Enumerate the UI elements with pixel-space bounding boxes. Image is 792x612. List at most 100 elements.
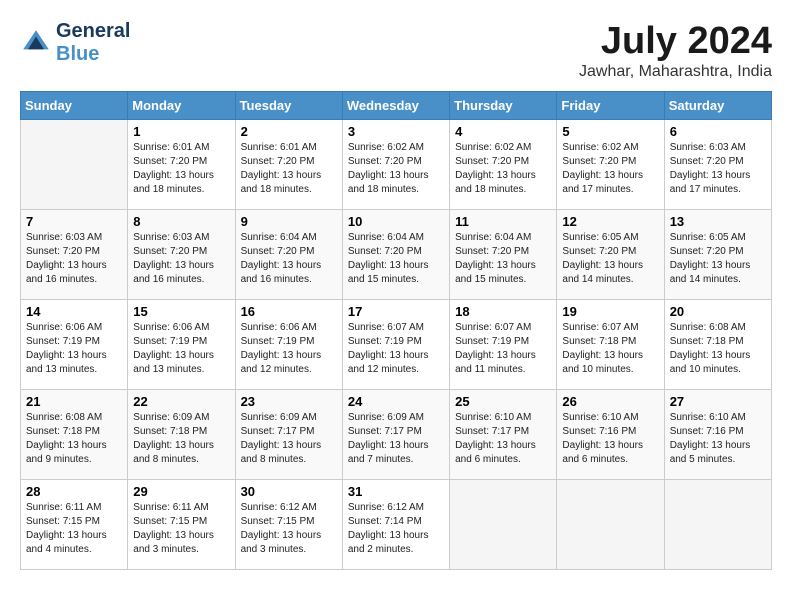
calendar-week-1: 1 Sunrise: 6:01 AM Sunset: 7:20 PM Daylig… [21, 120, 772, 210]
day-info: Sunrise: 6:12 AM Sunset: 7:15 PM Dayligh… [241, 501, 337, 557]
day-info: Sunrise: 6:07 AM Sunset: 7:19 PM Dayligh… [455, 321, 551, 377]
month-year: July 2024 [579, 20, 772, 63]
day-number: 23 [241, 394, 337, 409]
weekday-tuesday: Tuesday [235, 92, 342, 120]
calendar-cell: 21Sunrise: 6:08 AM Sunset: 7:18 PM Dayli… [21, 390, 128, 480]
day-info: Sunrise: 6:01 AM Sunset: 7:20 PM Dayligh… [241, 141, 337, 197]
calendar-cell: 25Sunrise: 6:10 AM Sunset: 7:17 PM Dayli… [450, 390, 557, 480]
day-number: 29 [133, 484, 229, 499]
day-info: Sunrise: 6:02 AM Sunset: 7:20 PM Dayligh… [455, 141, 551, 197]
calendar-cell: 29 Sunrise: 6:11 AM Sunset: 7:15 PM Dayli… [128, 480, 235, 570]
day-info: Sunrise: 6:04 AM Sunset: 7:20 PM Dayligh… [455, 231, 551, 287]
day-number: 22 [133, 394, 229, 409]
day-number: 13 [670, 214, 766, 229]
day-number: 1 [133, 124, 229, 139]
calendar-cell: 5Sunrise: 6:02 AM Sunset: 7:20 PM Daylig… [557, 120, 664, 210]
day-info: Sunrise: 6:06 AM Sunset: 7:19 PM Dayligh… [133, 321, 229, 377]
day-number: 27 [670, 394, 766, 409]
day-number: 14 [26, 304, 122, 319]
day-number: 8 [133, 214, 229, 229]
calendar-cell: 31 Sunrise: 6:12 AM Sunset: 7:14 PM Dayli… [342, 480, 449, 570]
day-info: Sunrise: 6:10 AM Sunset: 7:16 PM Dayligh… [562, 411, 658, 467]
day-info: Sunrise: 6:12 AM Sunset: 7:14 PM Dayligh… [348, 501, 444, 557]
calendar-cell: 20Sunrise: 6:08 AM Sunset: 7:18 PM Dayli… [664, 300, 771, 390]
weekday-header-row: SundayMondayTuesdayWednesdayThursdayFrid… [21, 92, 772, 120]
calendar-cell: 22Sunrise: 6:09 AM Sunset: 7:18 PM Dayli… [128, 390, 235, 480]
logo-line2: Blue [56, 43, 130, 66]
day-info: Sunrise: 6:07 AM Sunset: 7:18 PM Dayligh… [562, 321, 658, 377]
calendar-cell: 1Sunrise: 6:01 AM Sunset: 7:20 PM Daylig… [128, 120, 235, 210]
calendar-cell: 15 Sunrise: 6:06 AM Sunset: 7:19 PM Dayli… [128, 300, 235, 390]
day-number: 2 [241, 124, 337, 139]
calendar-cell: 26 Sunrise: 6:10 AM Sunset: 7:16 PM Dayli… [557, 390, 664, 480]
calendar-cell: 2 Sunrise: 6:01 AM Sunset: 7:20 PM Daylig… [235, 120, 342, 210]
day-number: 26 [562, 394, 658, 409]
day-number: 11 [455, 214, 551, 229]
day-info: Sunrise: 6:11 AM Sunset: 7:15 PM Dayligh… [133, 501, 229, 557]
calendar-cell: 14 Sunrise: 6:06 AM Sunset: 7:19 PM Dayli… [21, 300, 128, 390]
calendar-week-2: 7Sunrise: 6:03 AM Sunset: 7:20 PM Daylig… [21, 210, 772, 300]
calendar-cell: 16Sunrise: 6:06 AM Sunset: 7:19 PM Dayli… [235, 300, 342, 390]
day-info: Sunrise: 6:02 AM Sunset: 7:20 PM Dayligh… [562, 141, 658, 197]
weekday-wednesday: Wednesday [342, 92, 449, 120]
day-info: Sunrise: 6:06 AM Sunset: 7:19 PM Dayligh… [26, 321, 122, 377]
calendar-cell: 6 Sunrise: 6:03 AM Sunset: 7:20 PM Daylig… [664, 120, 771, 210]
day-number: 17 [348, 304, 444, 319]
day-info: Sunrise: 6:09 AM Sunset: 7:17 PM Dayligh… [348, 411, 444, 467]
calendar-cell: 19 Sunrise: 6:07 AM Sunset: 7:18 PM Dayli… [557, 300, 664, 390]
day-number: 30 [241, 484, 337, 499]
day-info: Sunrise: 6:03 AM Sunset: 7:20 PM Dayligh… [670, 141, 766, 197]
day-info: Sunrise: 6:04 AM Sunset: 7:20 PM Dayligh… [348, 231, 444, 287]
calendar-week-4: 21Sunrise: 6:08 AM Sunset: 7:18 PM Dayli… [21, 390, 772, 480]
day-number: 28 [26, 484, 122, 499]
day-number: 4 [455, 124, 551, 139]
calendar-week-3: 14 Sunrise: 6:06 AM Sunset: 7:19 PM Dayli… [21, 300, 772, 390]
day-number: 24 [348, 394, 444, 409]
day-number: 19 [562, 304, 658, 319]
calendar-cell: 12Sunrise: 6:05 AM Sunset: 7:20 PM Dayli… [557, 210, 664, 300]
calendar-cell: 7Sunrise: 6:03 AM Sunset: 7:20 PM Daylig… [21, 210, 128, 300]
day-number: 6 [670, 124, 766, 139]
calendar-cell: 3 Sunrise: 6:02 AM Sunset: 7:20 PM Daylig… [342, 120, 449, 210]
logo: General Blue [20, 20, 130, 66]
day-info: Sunrise: 6:07 AM Sunset: 7:19 PM Dayligh… [348, 321, 444, 377]
calendar-cell [450, 480, 557, 570]
day-info: Sunrise: 6:05 AM Sunset: 7:20 PM Dayligh… [670, 231, 766, 287]
day-number: 16 [241, 304, 337, 319]
calendar-cell: 17 Sunrise: 6:07 AM Sunset: 7:19 PM Dayli… [342, 300, 449, 390]
day-number: 3 [348, 124, 444, 139]
day-info: Sunrise: 6:03 AM Sunset: 7:20 PM Dayligh… [133, 231, 229, 287]
day-info: Sunrise: 6:08 AM Sunset: 7:18 PM Dayligh… [670, 321, 766, 377]
weekday-sunday: Sunday [21, 92, 128, 120]
calendar-table: SundayMondayTuesdayWednesdayThursdayFrid… [20, 91, 772, 570]
calendar-cell [557, 480, 664, 570]
calendar-cell: 8 Sunrise: 6:03 AM Sunset: 7:20 PM Daylig… [128, 210, 235, 300]
day-number: 15 [133, 304, 229, 319]
day-number: 31 [348, 484, 444, 499]
day-info: Sunrise: 6:02 AM Sunset: 7:20 PM Dayligh… [348, 141, 444, 197]
calendar-cell: 18 Sunrise: 6:07 AM Sunset: 7:19 PM Dayli… [450, 300, 557, 390]
day-info: Sunrise: 6:11 AM Sunset: 7:15 PM Dayligh… [26, 501, 122, 557]
day-info: Sunrise: 6:03 AM Sunset: 7:20 PM Dayligh… [26, 231, 122, 287]
day-info: Sunrise: 6:10 AM Sunset: 7:17 PM Dayligh… [455, 411, 551, 467]
weekday-monday: Monday [128, 92, 235, 120]
calendar-cell: 9Sunrise: 6:04 AM Sunset: 7:20 PM Daylig… [235, 210, 342, 300]
logo-icon [20, 27, 52, 59]
weekday-saturday: Saturday [664, 92, 771, 120]
weekday-friday: Friday [557, 92, 664, 120]
calendar-cell: 30 Sunrise: 6:12 AM Sunset: 7:15 PM Dayli… [235, 480, 342, 570]
day-number: 21 [26, 394, 122, 409]
calendar-cell: 11 Sunrise: 6:04 AM Sunset: 7:20 PM Dayli… [450, 210, 557, 300]
calendar-cell: 24 Sunrise: 6:09 AM Sunset: 7:17 PM Dayli… [342, 390, 449, 480]
weekday-thursday: Thursday [450, 92, 557, 120]
day-number: 9 [241, 214, 337, 229]
logo-line1: General [56, 20, 130, 43]
calendar-cell: 13 Sunrise: 6:05 AM Sunset: 7:20 PM Dayli… [664, 210, 771, 300]
title-block: July 2024 Jawhar, Maharashtra, India [579, 20, 772, 81]
day-number: 12 [562, 214, 658, 229]
calendar-cell [664, 480, 771, 570]
day-info: Sunrise: 6:09 AM Sunset: 7:17 PM Dayligh… [241, 411, 337, 467]
calendar-week-5: 28 Sunrise: 6:11 AM Sunset: 7:15 PM Dayli… [21, 480, 772, 570]
calendar-cell: 10Sunrise: 6:04 AM Sunset: 7:20 PM Dayli… [342, 210, 449, 300]
day-number: 18 [455, 304, 551, 319]
